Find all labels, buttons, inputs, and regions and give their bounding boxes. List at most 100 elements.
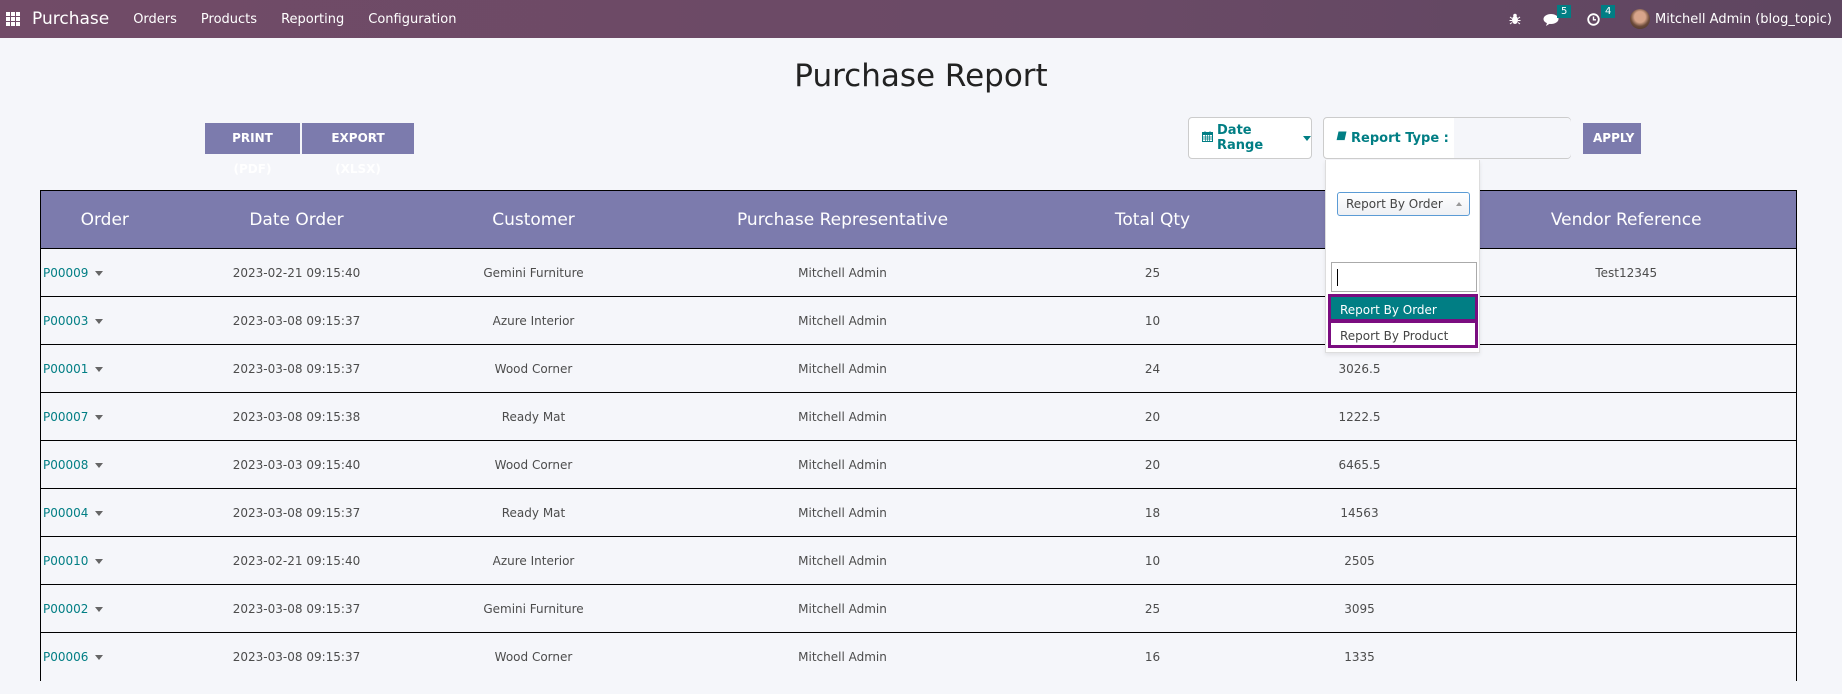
order-number[interactable]: P00007 (43, 410, 88, 424)
order-link[interactable]: P00007 (40, 392, 169, 441)
user-menu[interactable]: Mitchell Admin (blog_topic) (1655, 12, 1832, 27)
order-link[interactable]: P00006 (40, 632, 169, 681)
order-number[interactable]: P00006 (43, 650, 88, 664)
order-number[interactable]: P00004 (43, 506, 88, 520)
order-link[interactable]: P00008 (40, 440, 169, 489)
column-header-purchase-rep: Purchase Representative (642, 190, 1043, 249)
cell-purchase-rep: Mitchell Admin (642, 584, 1043, 633)
cell-customer: Azure Interior (424, 536, 643, 585)
cell-customer: Azure Interior (424, 296, 643, 345)
option-report-by-order[interactable]: Report By Order (1328, 294, 1478, 322)
table-row: P00004 2023-03-08 09:15:37 Ready Mat Mitche… (40, 488, 1797, 537)
order-link[interactable]: P00009 (40, 248, 169, 297)
cell-vendor-reference (1456, 440, 1797, 489)
cell-total-qty: 18 (1042, 488, 1263, 537)
print-pdf-button[interactable]: PRINT (PDF) (205, 123, 300, 176)
cell-date-order: 2023-03-08 09:15:37 (168, 296, 425, 345)
cell-vendor-reference (1456, 536, 1797, 585)
order-link[interactable]: P00003 (40, 296, 169, 345)
menu-reporting[interactable]: Reporting (281, 12, 344, 27)
report-type-value-area (1454, 118, 1571, 158)
order-number[interactable]: P00009 (43, 266, 88, 280)
table-row: P00008 2023-03-03 09:15:40 Wood Corner Mitc… (40, 440, 1797, 489)
option-report-by-product[interactable]: Report By Product (1328, 320, 1478, 348)
cell-customer: Ready Mat (424, 392, 643, 441)
user-avatar[interactable] (1629, 9, 1650, 29)
caret-down-icon[interactable] (95, 462, 104, 468)
calendar-icon (1202, 131, 1213, 145)
order-link[interactable]: P00010 (40, 536, 169, 585)
menu-products[interactable]: Products (201, 12, 257, 27)
cell-total-qty: 10 (1042, 296, 1263, 345)
menu-orders[interactable]: Orders (133, 12, 177, 27)
report-type-selected-value: Report By Order (1346, 197, 1443, 211)
cell-date-order: 2023-03-08 09:15:38 (168, 392, 425, 441)
report-type-search-input[interactable] (1331, 262, 1477, 292)
order-link[interactable]: P00004 (40, 488, 169, 537)
bug-icon (1509, 13, 1521, 25)
report-type-menu: Report By Order Report By Order Report B… (1325, 160, 1480, 353)
messages-badge: 5 (1556, 4, 1572, 18)
caret-down-icon[interactable] (95, 558, 104, 564)
order-number[interactable]: P00003 (43, 314, 88, 328)
chevron-up-icon (1456, 202, 1462, 206)
report-type-select[interactable]: Report By Order (1337, 192, 1470, 216)
cell-purchase-rep: Mitchell Admin (642, 296, 1043, 345)
clock-activity-icon (1587, 12, 1600, 26)
cell-vendor-reference (1456, 344, 1797, 393)
report-type-dropdown[interactable]: Report Type : (1323, 117, 1571, 159)
table-row: P00001 2023-03-08 09:15:37 Wood Corner Mitc… (40, 344, 1797, 393)
apps-grid-icon[interactable] (6, 12, 20, 26)
table-row: P00006 2023-03-08 09:15:37 Wood Corner Mitc… (40, 632, 1797, 681)
cell-total-qty: 25 (1042, 584, 1263, 633)
cell-date-order: 2023-02-21 09:15:40 (168, 536, 425, 585)
cell-total-qty: 16 (1042, 632, 1263, 681)
caret-down-icon[interactable] (95, 366, 104, 372)
order-number[interactable]: P00002 (43, 602, 88, 616)
caret-down-icon[interactable] (95, 414, 104, 420)
caret-down-icon[interactable] (95, 270, 104, 276)
cell-date-order: 2023-03-08 09:15:37 (168, 632, 425, 681)
debug-button[interactable] (1509, 13, 1521, 25)
caret-down-icon[interactable] (95, 654, 104, 660)
menu-configuration[interactable]: Configuration (368, 12, 456, 27)
order-link[interactable]: P00002 (40, 584, 169, 633)
activities-button[interactable]: 4 (1587, 4, 1616, 26)
app-brand[interactable]: Purchase (32, 9, 109, 29)
column-header-customer: Customer (424, 190, 643, 249)
caret-down-icon[interactable] (95, 606, 104, 612)
table-row: P00010 2023-02-21 09:15:40 Azure Interior M… (40, 536, 1797, 585)
order-number[interactable]: P00008 (43, 458, 88, 472)
order-number[interactable]: P00001 (43, 362, 88, 376)
cell-amount: 1335 (1262, 632, 1457, 681)
caret-down-icon[interactable] (95, 318, 104, 324)
page-title: Purchase Report (794, 58, 1048, 94)
cell-total-qty: 25 (1042, 248, 1263, 297)
export-xlsx-button[interactable]: EXPORT (XLSX) (302, 123, 414, 176)
cell-amount: 2505 (1262, 536, 1457, 585)
order-link[interactable]: P00001 (40, 344, 169, 393)
cell-customer: Wood Corner (424, 632, 643, 681)
messages-button[interactable]: 5 (1543, 4, 1572, 26)
cell-customer: Ready Mat (424, 488, 643, 537)
cell-vendor-reference (1456, 488, 1797, 537)
cell-customer: Wood Corner (424, 344, 643, 393)
cell-purchase-rep: Mitchell Admin (642, 536, 1043, 585)
cell-vendor-reference: Test12345 (1456, 248, 1797, 297)
date-range-dropdown[interactable]: Date Range (1188, 117, 1312, 159)
cell-date-order: 2023-02-21 09:15:40 (168, 248, 425, 297)
table-row: P00002 2023-03-08 09:15:37 Gemini Furnitur… (40, 584, 1797, 633)
cell-date-order: 2023-03-08 09:15:37 (168, 584, 425, 633)
order-number[interactable]: P00010 (43, 554, 88, 568)
cell-date-order: 2023-03-08 09:15:37 (168, 344, 425, 393)
column-header-order: Order (40, 190, 169, 249)
cell-total-qty: 24 (1042, 344, 1263, 393)
apply-button[interactable]: APPLY (1583, 123, 1641, 154)
cell-customer: Gemini Furniture (424, 584, 643, 633)
cell-vendor-reference (1456, 296, 1797, 345)
table-row: P00003 2023-03-08 09:15:37 Azure Interior M… (40, 296, 1797, 345)
cell-purchase-rep: Mitchell Admin (642, 632, 1043, 681)
cell-purchase-rep: Mitchell Admin (642, 440, 1043, 489)
activities-badge: 4 (1600, 4, 1616, 18)
caret-down-icon[interactable] (95, 510, 104, 516)
